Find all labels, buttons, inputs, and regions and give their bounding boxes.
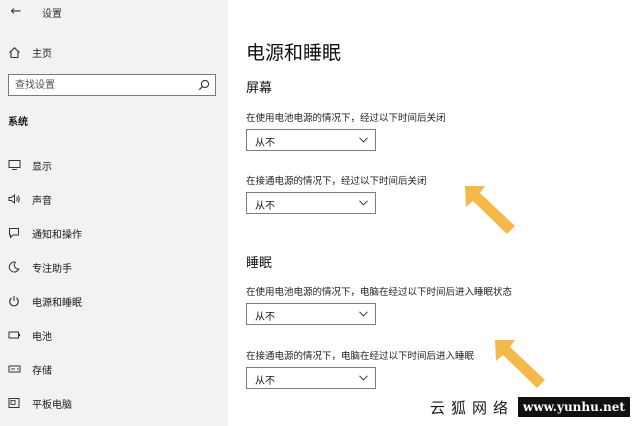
dropdown-value: 从不	[255, 201, 275, 212]
sidebar-item-tablet[interactable]: 平板电脑	[0, 386, 228, 420]
search-input[interactable]	[15, 77, 191, 93]
chevron-down-icon	[359, 137, 368, 143]
sidebar: ← 设置 主页 系统 显示 声音	[0, 0, 228, 426]
sidebar-item-battery[interactable]: 电池	[0, 318, 228, 352]
screen-battery-dropdown[interactable]: 从不	[246, 129, 376, 151]
sidebar-item-label: 平板电脑	[32, 399, 72, 411]
moon-icon	[6, 259, 22, 275]
sidebar-item-power-sleep[interactable]: 电源和睡眠	[0, 284, 228, 318]
watermark-url: www.yunhu.net	[518, 397, 630, 417]
monitor-icon	[6, 157, 22, 173]
dropdown-value: 从不	[255, 312, 275, 323]
sidebar-item-label: 专注助手	[32, 263, 72, 275]
sidebar-nav: 显示 声音 通知和操作 专注助手 电源和睡眠 电池 存储 平板电脑	[0, 148, 228, 420]
sidebar-item-label: 声音	[32, 195, 52, 207]
sleep-section-title: 睡眠	[246, 256, 273, 271]
annotation-arrow-icon	[465, 186, 515, 234]
speaker-icon	[6, 191, 22, 207]
dropdown-value: 从不	[255, 138, 275, 149]
back-arrow-icon[interactable]: ←	[8, 4, 24, 20]
sidebar-item-focus-assist[interactable]: 专注助手	[0, 250, 228, 284]
storage-icon	[6, 361, 22, 377]
home-icon	[6, 44, 22, 60]
arrow-shape	[465, 186, 515, 234]
power-icon	[6, 293, 22, 309]
section-title: 系统	[8, 117, 28, 128]
sidebar-item-sound[interactable]: 声音	[0, 182, 228, 216]
screen-plugged-label: 在接通电源的情况下，经过以下时间后关闭	[246, 176, 427, 187]
sidebar-item-label: 显示	[32, 161, 52, 173]
search-icon[interactable]	[198, 79, 210, 91]
screen-plugged-dropdown[interactable]: 从不	[246, 192, 376, 214]
dropdown-value: 从不	[255, 376, 275, 387]
chevron-down-icon	[359, 311, 368, 317]
page-title: 电源和睡眠	[246, 42, 342, 64]
watermark: 云狐网络 www.yunhu.net	[412, 388, 640, 426]
notification-icon	[6, 225, 22, 241]
screen-section-title: 屏幕	[246, 81, 273, 96]
sleep-battery-dropdown[interactable]: 从不	[246, 303, 376, 325]
sleep-plugged-dropdown[interactable]: 从不	[246, 367, 376, 389]
sidebar-item-label: 电池	[32, 331, 52, 343]
sleep-plugged-label: 在接通电源的情况下，电脑在经过以下时间后进入睡眠	[246, 351, 475, 362]
main-content: 电源和睡眠 屏幕 在使用电池电源的情况下，经过以下时间后关闭 从不 在接通电源的…	[228, 0, 640, 426]
chevron-down-icon	[359, 200, 368, 206]
arrow-shape	[495, 340, 545, 388]
sidebar-item-notifications[interactable]: 通知和操作	[0, 216, 228, 250]
title-bar: ← 设置	[0, 0, 228, 24]
annotation-arrow-icon	[495, 340, 545, 388]
sidebar-item-label: 通知和操作	[32, 229, 82, 241]
sidebar-item-storage[interactable]: 存储	[0, 352, 228, 386]
sleep-battery-label: 在使用电池电源的情况下，电脑在经过以下时间后进入睡眠状态	[246, 287, 513, 298]
search-box[interactable]	[8, 74, 216, 96]
chevron-down-icon	[359, 375, 368, 381]
app-title: 设置	[42, 9, 62, 20]
sidebar-item-label: 电源和睡眠	[32, 297, 82, 309]
sidebar-item-home[interactable]: 主页	[6, 44, 206, 60]
sidebar-item-label: 存储	[32, 365, 52, 377]
screen-battery-label: 在使用电池电源的情况下，经过以下时间后关闭	[246, 113, 446, 124]
sidebar-item-display[interactable]: 显示	[0, 148, 228, 182]
watermark-text: 云狐网络	[430, 398, 515, 417]
tablet-icon	[6, 395, 22, 411]
battery-icon	[6, 327, 22, 343]
sidebar-item-label: 主页	[32, 48, 52, 60]
